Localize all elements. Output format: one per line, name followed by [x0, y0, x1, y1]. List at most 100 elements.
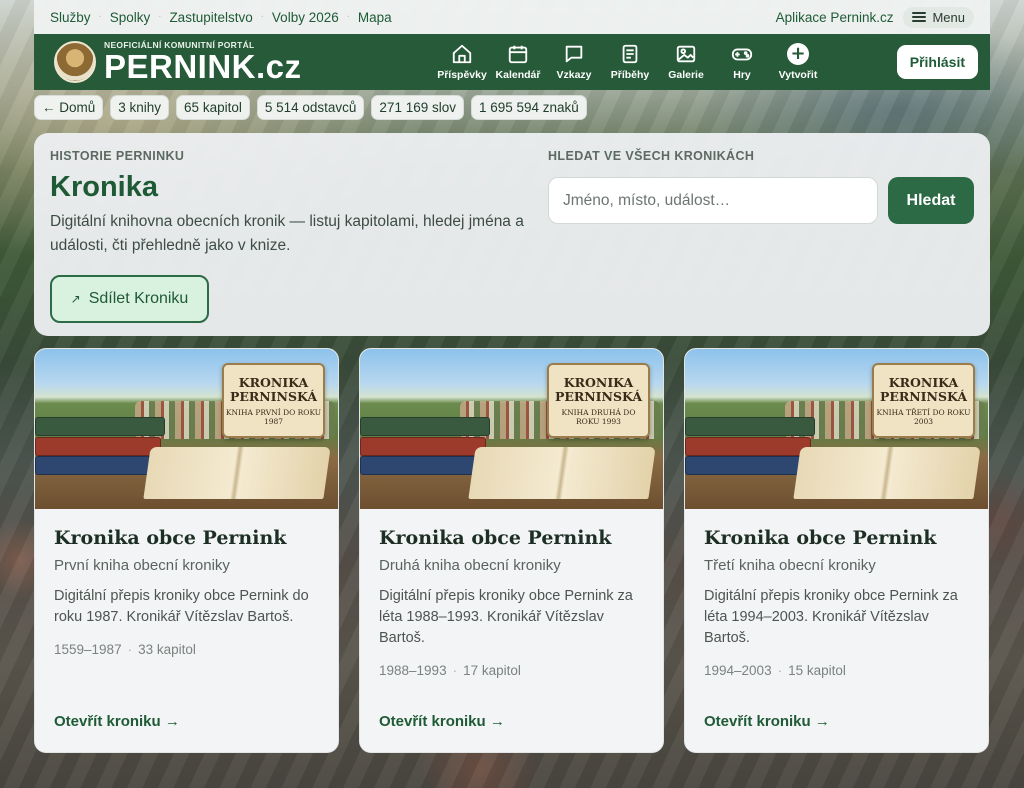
site-logo[interactable]: NEOFICIÁLNÍ KOMUNITNÍ PORTÁL PERNINK.cz: [54, 41, 434, 83]
hero-description: Digitální knihovna obecních kronik — lis…: [50, 213, 524, 254]
utility-link-sluzby[interactable]: Služby: [50, 10, 91, 25]
hero-panel: HISTORIE PERNINKU Kronika Digitální knih…: [34, 133, 990, 336]
open-chronicle-link[interactable]: Otevřít kroniku →: [54, 713, 180, 730]
chronicle-card[interactable]: KRONIKA PERNINSKÁ KNIHA PRVNÍ DO ROKU 19…: [34, 348, 339, 753]
separator: ·: [346, 11, 350, 23]
card-title: Kronika obce Pernink: [54, 527, 287, 549]
card-description: Digitální přepis kroniky obce Pernink za…: [379, 588, 633, 646]
chronicle-cover-image: KRONIKA PERNINSKÁ KNIHA DRUHÁ DO ROKU 19…: [360, 349, 663, 509]
book-spine: [35, 437, 161, 456]
home-icon: [452, 44, 472, 64]
open-book-illustration: [468, 447, 656, 499]
chronicle-card[interactable]: KRONIKA PERNINSKÁ KNIHA TŘETÍ DO ROKU 20…: [684, 348, 989, 753]
card-title: Kronika obce Pernink: [379, 527, 612, 549]
book-spine: [685, 437, 811, 456]
chronicle-card[interactable]: KRONIKA PERNINSKÁ KNIHA DRUHÁ DO ROKU 19…: [359, 348, 664, 753]
calendar-icon: [508, 45, 528, 64]
nav-label: Příběhy: [610, 69, 650, 81]
open-chronicle-link[interactable]: Otevřít kroniku →: [704, 713, 830, 730]
card-chapters: 33 kapitol: [138, 642, 196, 657]
cover-subtitle: KNIHA DRUHÁ DO ROKU 1993: [561, 407, 636, 426]
menu-label: Menu: [932, 9, 965, 25]
utility-link-spolky[interactable]: Spolky: [110, 10, 151, 25]
open-book-illustration: [793, 447, 981, 499]
search-label: HLEDAT VE VŠECH KRONIKÁCH: [548, 149, 755, 163]
nav-label: Hry: [733, 69, 751, 81]
nav-label: Příspěvky: [437, 69, 487, 81]
cover-subtitle: KNIHA TŘETÍ DO ROKU 2003: [876, 407, 971, 426]
nav-galerie[interactable]: Galerie: [658, 43, 714, 81]
card-subtitle: První kniha obecní kroniky: [54, 557, 230, 574]
site-header: NEOFICIÁLNÍ KOMUNITNÍ PORTÁL PERNINK.cz …: [34, 34, 990, 90]
plus-icon: +: [787, 43, 809, 65]
nav-prispevky[interactable]: Příspěvky: [434, 43, 490, 81]
utility-nav: Služby · Spolky · Zastupitelstvo · Volby…: [50, 10, 392, 25]
book-spine: [360, 437, 486, 456]
book-spine: [685, 456, 813, 475]
cover-plaque: KRONIKA PERNINSKÁ KNIHA PRVNÍ DO ROKU 19…: [222, 363, 325, 438]
utility-link-volby[interactable]: Volby 2026: [272, 10, 339, 25]
nav-hry[interactable]: Hry: [714, 43, 770, 81]
separator: ·: [260, 11, 264, 23]
search-section: HLEDAT VE VŠECH KRONIKÁCH Hledat: [548, 149, 974, 224]
search-button[interactable]: Hledat: [888, 177, 974, 224]
open-chronicle-link[interactable]: Otevřít kroniku →: [379, 713, 505, 730]
nav-pribehy[interactable]: Příběhy: [602, 43, 658, 81]
nav-label: Vytvořit: [778, 69, 818, 81]
share-button[interactable]: ↗ Sdílet Kroniku: [50, 275, 209, 323]
nav-label: Galerie: [668, 69, 704, 81]
search-input[interactable]: [548, 177, 878, 224]
card-meta: 1988–1993 · 17 kapitol: [379, 663, 521, 678]
bear-emblem-icon: [54, 41, 96, 83]
cover-subtitle: KNIHA PRVNÍ DO ROKU 1987: [225, 407, 322, 426]
cover-plaque: KRONIKA PERNINSKÁ KNIHA DRUHÁ DO ROKU 19…: [547, 363, 650, 438]
card-description: Digitální přepis kroniky obce Pernink do…: [54, 588, 309, 625]
cover-title: KRONIKA PERNINSKÁ: [229, 374, 318, 404]
card-subtitle: Druhá kniha obecní kroniky: [379, 557, 561, 574]
card-meta: 1559–1987 · 33 kapitol: [54, 642, 196, 657]
stats-bar: ← Domů 3 knihy 65 kapitol 5 514 odstavců…: [34, 95, 587, 120]
cover-title: KRONIKA PERNINSKÁ: [554, 374, 643, 404]
card-chapters: 17 kapitol: [463, 663, 521, 678]
separator: ·: [98, 11, 102, 23]
share-arrow-icon: ↗: [70, 292, 81, 306]
paragraphs-count: 5 514 odstavců: [256, 95, 365, 120]
hamburger-icon: [912, 12, 927, 22]
book-spine: [360, 417, 490, 436]
document-icon: [622, 44, 638, 64]
card-meta: 1994–2003 · 15 kapitol: [704, 663, 846, 678]
book-spine: [360, 456, 488, 475]
utility-link-mapa[interactable]: Mapa: [358, 10, 392, 25]
login-button[interactable]: Přihlásit: [896, 45, 978, 79]
card-title: Kronika obce Pernink: [704, 527, 937, 549]
words-count: 271 169 slov: [371, 95, 464, 120]
app-link[interactable]: Aplikace Pernink.cz: [776, 10, 894, 25]
card-years: 1559–1987: [54, 642, 122, 657]
cover-title: KRONIKA PERNINSKÁ: [879, 374, 968, 404]
chronicle-cover-image: KRONIKA PERNINSKÁ KNIHA TŘETÍ DO ROKU 20…: [685, 349, 988, 509]
nav-vzkazy[interactable]: Vzkazy: [546, 43, 602, 81]
open-book-illustration: [143, 447, 331, 499]
nav-kalendar[interactable]: Kalendář: [490, 43, 546, 81]
image-icon: [676, 45, 696, 63]
card-chapters: 15 kapitol: [788, 663, 846, 678]
top-utility-bar: Služby · Spolky · Zastupitelstvo · Volby…: [34, 0, 990, 34]
card-years: 1988–1993: [379, 663, 447, 678]
book-spine: [35, 456, 163, 475]
utility-link-zastupitelstvo[interactable]: Zastupitelstvo: [169, 10, 252, 25]
separator: ·: [158, 11, 162, 23]
book-spine: [685, 417, 815, 436]
back-home-button[interactable]: ← Domů: [34, 95, 104, 120]
nav-label: Kalendář: [495, 69, 541, 81]
book-spine: [35, 417, 165, 436]
nav-label: Vzkazy: [556, 69, 592, 81]
main-nav: Příspěvky Kalendář Vzkazy Příběhy Galeri…: [434, 43, 826, 81]
cover-plaque: KRONIKA PERNINSKÁ KNIHA TŘETÍ DO ROKU 20…: [872, 363, 975, 438]
gamepad-icon: [731, 48, 753, 61]
nav-vytvorit[interactable]: + Vytvořit: [770, 43, 826, 81]
chronicle-cover-image: KRONIKA PERNINSKÁ KNIHA PRVNÍ DO ROKU 19…: [35, 349, 338, 509]
card-description: Digitální přepis kroniky obce Pernink za…: [704, 588, 958, 646]
chars-count: 1 695 594 znaků: [470, 95, 587, 120]
card-subtitle: Třetí kniha obecní kroniky: [704, 557, 876, 574]
menu-button[interactable]: Menu: [903, 6, 974, 28]
